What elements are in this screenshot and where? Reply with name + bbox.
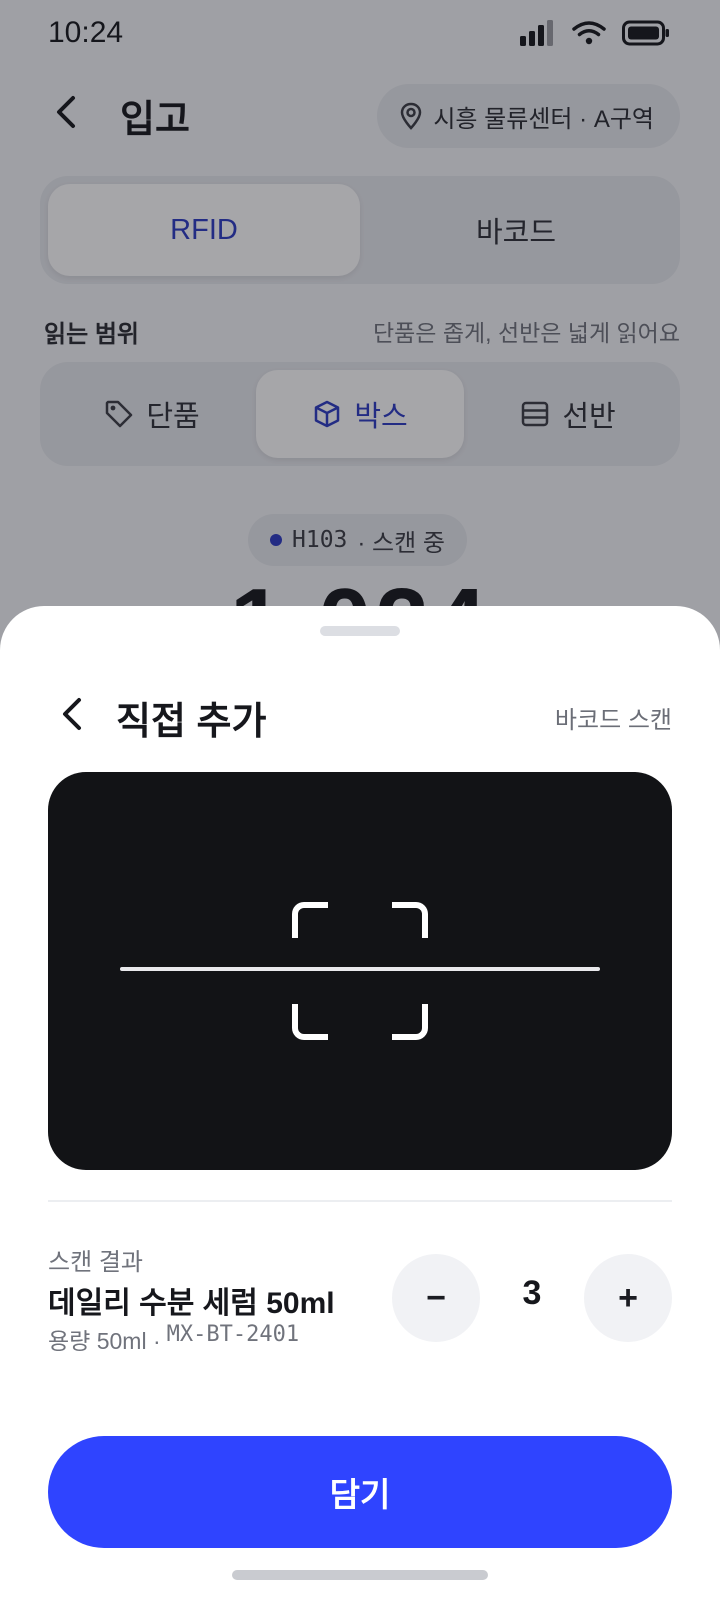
scan-result-label: 스캔 결과 [48, 1249, 143, 1276]
frame-corner-bottom-right [392, 1004, 428, 1040]
increment-button[interactable]: + [584, 1254, 672, 1342]
divider [48, 1200, 672, 1202]
decrement-button[interactable]: − [392, 1254, 480, 1342]
sheet-title: 직접 추가 [116, 701, 267, 743]
sheet-back-button[interactable] [52, 694, 92, 734]
add-to-cart-button[interactable]: 담기 [48, 1436, 672, 1548]
quantity-value: 3 [522, 1274, 542, 1312]
scan-line [120, 967, 600, 971]
product-sku: MX-BT-2401 [166, 1322, 300, 1347]
product-name: 데일리 수분 세럼 50ml [48, 1287, 335, 1320]
frame-corner-bottom-left [292, 1004, 328, 1040]
product-volume: 용량 50ml · [48, 1328, 161, 1354]
frame-corner-top-left [292, 902, 328, 938]
camera-viewfinder[interactable] [48, 772, 672, 1170]
bottom-sheet: 직접 추가 바코드 스캔 스캔 결과 데일리 수분 세럼 50ml 용량 50m… [0, 606, 720, 1600]
product-meta: 용량 50ml · MX-BT-2401 [48, 1322, 299, 1356]
frame-corner-top-right [392, 902, 428, 938]
home-indicator [232, 1570, 488, 1580]
sheet-grabber[interactable] [320, 626, 400, 636]
chevron-left-icon [63, 698, 81, 730]
barcode-scan-link[interactable]: 바코드 스캔 [555, 700, 672, 735]
